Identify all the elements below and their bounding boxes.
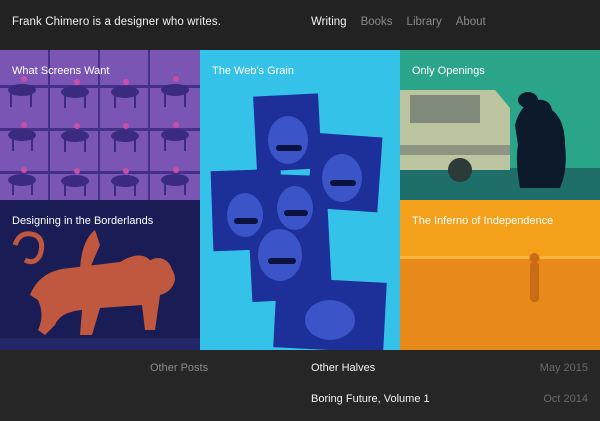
main-nav: Writing Books Library About (311, 16, 486, 28)
post-date: May 2015 (539, 362, 588, 374)
nav-about[interactable]: About (456, 16, 486, 28)
tile-title[interactable]: The Web's Grain (212, 65, 294, 77)
post-row[interactable]: Other Halves May 2015 (311, 362, 600, 390)
nav-library[interactable]: Library (407, 16, 442, 28)
other-posts-label: Other Posts (150, 362, 209, 374)
nav-books[interactable]: Books (361, 16, 393, 28)
site-header: Frank Chimero is a designer who writes. … (0, 0, 600, 50)
tile-title[interactable]: What Screens Want (12, 65, 109, 77)
tile-title[interactable]: The Inferno of Independence (412, 215, 553, 227)
tile-designing-in-the-borderlands[interactable]: Designing in the Borderlands (0, 200, 200, 350)
post-title[interactable]: Boring Future, Volume 1 (311, 393, 430, 405)
tile-title[interactable]: Only Openings (412, 65, 485, 77)
tile-the-inferno-of-independence[interactable]: The Inferno of Independence (400, 200, 600, 350)
post-title[interactable]: Other Halves (311, 362, 375, 374)
tile-the-webs-grain[interactable]: The Web's Grain (200, 50, 400, 350)
nav-writing[interactable]: Writing (311, 16, 347, 28)
tile-title[interactable]: Designing in the Borderlands (12, 215, 153, 227)
tile-what-screens-want[interactable]: What Screens Want (0, 50, 200, 200)
tile-only-openings[interactable]: Only Openings (400, 50, 600, 200)
site-title[interactable]: Frank Chimero is a designer who writes. (12, 16, 221, 28)
post-date: Oct 2014 (543, 393, 588, 405)
post-row[interactable]: Boring Future, Volume 1 Oct 2014 (311, 393, 600, 421)
collage-image (200, 50, 400, 350)
